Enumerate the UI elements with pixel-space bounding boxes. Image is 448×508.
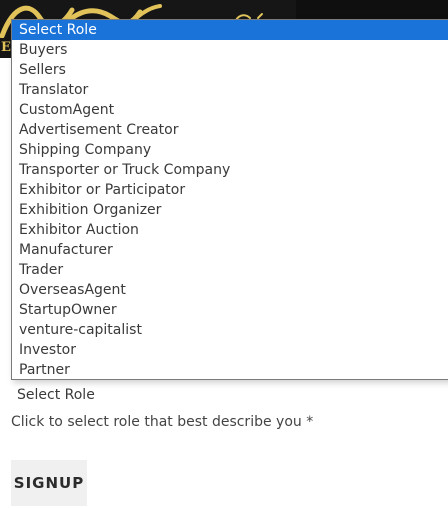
signup-button[interactable]: SIGNUP (11, 460, 87, 506)
role-option[interactable]: Sellers (12, 60, 448, 80)
role-option[interactable]: Translator (12, 80, 448, 100)
role-option[interactable]: Shipping Company (12, 140, 448, 160)
role-option[interactable]: Partner (12, 360, 448, 379)
role-helper-text: Click to select role that best describe … (11, 414, 314, 430)
role-option[interactable]: Exhibition Organizer (12, 200, 448, 220)
role-option[interactable]: Exhibitor Auction (12, 220, 448, 240)
role-option[interactable]: venture-capitalist (12, 320, 448, 340)
role-option[interactable]: Select Role (12, 20, 448, 40)
role-option[interactable]: OverseasAgent (12, 280, 448, 300)
role-option[interactable]: Buyers (12, 40, 448, 60)
role-option[interactable]: Manufacturer (12, 240, 448, 260)
role-option[interactable]: Investor (12, 340, 448, 360)
role-option[interactable]: Advertisement Creator (12, 120, 448, 140)
role-option[interactable]: StartupOwner (12, 300, 448, 320)
role-option[interactable]: Exhibitor or Participator (12, 180, 448, 200)
role-option[interactable]: Trader (12, 260, 448, 280)
role-select[interactable]: Select Role (17, 385, 95, 405)
role-option[interactable]: CustomAgent (12, 100, 448, 120)
role-dropdown-list[interactable]: Select Role Buyers Sellers Translator Custom… (11, 19, 448, 380)
role-option[interactable]: Transporter or Truck Company (12, 160, 448, 180)
